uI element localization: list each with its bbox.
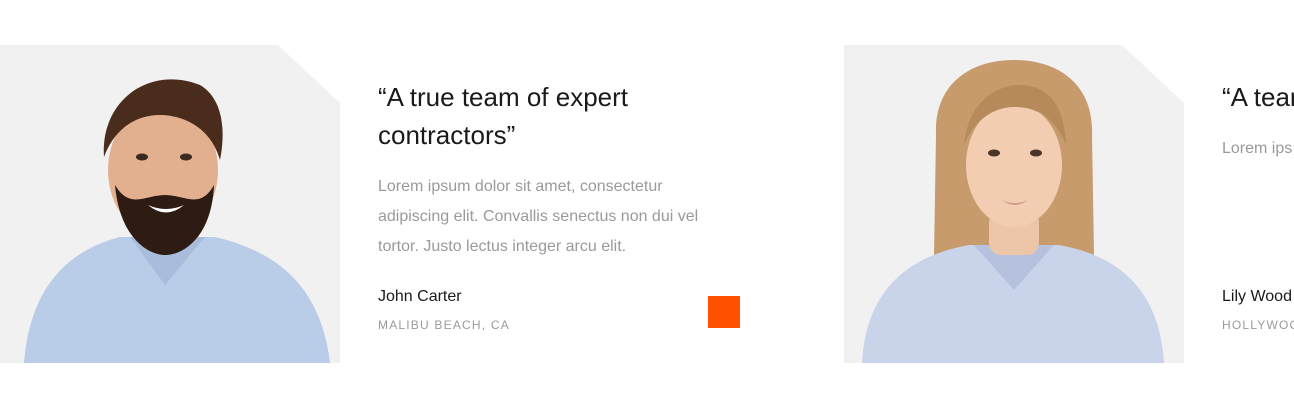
testimonial-text: Lorem ips adipiscing tortor. Ju [1222,140,1294,157]
testimonial-body: “A team undeli Lorem ips adipiscing tort… [1222,78,1294,164]
testimonial-photo [844,45,1184,363]
testimonial-quote: “A true team of expert contractors” [378,82,629,150]
testimonial-author: Lily Wood [1222,288,1292,305]
testimonial-location: HOLLYWOO [1222,318,1294,332]
testimonial-text: Lorem ipsum dolor sit amet, consectetur … [378,178,699,255]
testimonial-card: “A team undeli Lorem ips adipiscing tort… [844,45,1294,363]
testimonial-card: “A true team of expert contractors” Lore… [0,45,760,363]
testimonial-quote: “A team undeli [1222,82,1294,112]
testimonial-photo [0,45,340,363]
accent-square-icon [708,296,740,328]
testimonial-author: John Carter [378,288,462,305]
testimonial-body: “A true team of expert contractors” Lore… [378,78,738,262]
testimonial-slider: “A true team of expert contractors” Lore… [0,0,1294,407]
testimonial-location: MALIBU BEACH, CA [378,318,510,332]
